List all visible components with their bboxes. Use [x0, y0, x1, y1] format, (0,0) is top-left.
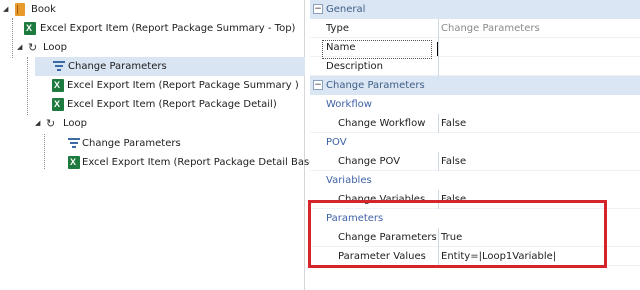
expand-arrow-icon[interactable]: ◢ [35, 114, 44, 133]
property-row-type[interactable]: Type Change Parameters [310, 19, 640, 38]
property-key: Change POV [338, 156, 401, 167]
tree-node-excel-export[interactable]: Excel Export Item (Report Package Summar… [0, 76, 305, 95]
tree-node-excel-export[interactable]: Excel Export Item (Report Package Detail… [0, 95, 305, 114]
property-row-change-workflow[interactable]: Change Workflow False [310, 114, 640, 133]
property-key: Description [326, 61, 383, 72]
category-title: Change Parameters [326, 80, 425, 91]
property-key: Change Workflow [338, 118, 426, 129]
loop-icon: ↻ [46, 117, 56, 130]
expand-arrow-icon[interactable]: ◢ [3, 0, 12, 19]
tree-node-label: Change Parameters [82, 138, 181, 149]
name-focus-outline [322, 40, 432, 59]
excel-icon [52, 79, 64, 92]
tree-node-label: Loop [43, 42, 67, 53]
tree-node-loop[interactable]: ◢ ↻ Loop [0, 38, 305, 57]
collapse-toggle-icon[interactable]: − [313, 4, 323, 14]
tree-node-label: Loop [63, 118, 87, 129]
category-change-parameters[interactable]: − Change Parameters [310, 76, 640, 95]
expand-arrow-icon[interactable]: ◢ [17, 38, 26, 57]
excel-icon [68, 156, 80, 169]
text-caret [437, 42, 438, 56]
property-row-description[interactable]: Description [310, 57, 640, 76]
tree-node-excel-export[interactable]: Excel Export Item (Report Package Summar… [0, 19, 305, 38]
subcategory-title: POV [326, 137, 347, 148]
tree-node-label: Excel Export Item (Report Package Summar… [67, 80, 299, 91]
property-value: Change Parameters [438, 19, 640, 38]
subcategory-title: Workflow [326, 99, 372, 110]
subcategory-pov: POV [310, 133, 640, 152]
filter-icon [68, 137, 80, 149]
collapse-toggle-icon[interactable]: − [313, 80, 323, 90]
tree-node-label: Excel Export Item (Report Package Detail… [82, 157, 320, 168]
excel-icon [24, 22, 36, 35]
loop-icon: ↻ [28, 41, 38, 54]
category-title: General [326, 4, 366, 15]
tree-node-excel-export[interactable]: Excel Export Item (Report Package Detail… [0, 153, 319, 172]
tree-node-label: Book [31, 4, 56, 15]
excel-icon [52, 98, 64, 111]
tree-node-loop[interactable]: ◢ ↻ Loop [0, 114, 305, 133]
tree-node-book[interactable]: ◢ Book [0, 0, 305, 19]
property-key: Type [326, 23, 349, 34]
subcategory-variables: Variables [310, 171, 640, 190]
highlight-box [308, 200, 607, 268]
book-icon [15, 3, 25, 16]
tree-node-label: Change Parameters [68, 61, 167, 72]
category-general[interactable]: − General [310, 0, 640, 19]
tree-node-label: Excel Export Item (Report Package Summar… [40, 23, 296, 34]
filter-icon [53, 60, 65, 72]
subcategory-workflow: Workflow [310, 95, 640, 114]
tree-node-label: Excel Export Item (Report Package Detail… [67, 99, 277, 110]
subcategory-title: Variables [326, 175, 372, 186]
report-tree: ◢ Book Excel Export Item (Report Package… [0, 0, 319, 290]
description-input[interactable] [438, 57, 640, 76]
property-value[interactable]: False [438, 152, 640, 171]
property-row-change-pov[interactable]: Change POV False [310, 152, 640, 171]
tree-node-change-parameters[interactable]: Change Parameters [0, 134, 305, 153]
name-input[interactable] [438, 38, 640, 57]
tree-node-change-parameters[interactable]: Change Parameters [35, 57, 305, 76]
property-value[interactable]: False [438, 114, 640, 133]
